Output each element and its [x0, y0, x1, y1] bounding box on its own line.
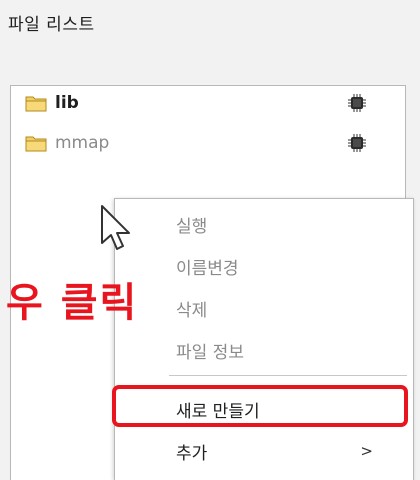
folder-icon: [25, 96, 47, 112]
menu-item-delete[interactable]: 삭제: [115, 291, 413, 325]
cursor-icon: [101, 205, 130, 250]
menu-separator: [169, 375, 407, 376]
file-item-mmap[interactable]: mmap: [25, 132, 109, 154]
folder-icon: [25, 136, 47, 152]
file-name: mmap: [55, 133, 110, 153]
chip-icon: [348, 134, 366, 152]
menu-item-file-info[interactable]: 파일 정보: [115, 333, 413, 367]
submenu-arrow-icon: >: [360, 442, 373, 460]
panel-title: 파일 리스트: [8, 15, 95, 35]
menu-item-run[interactable]: 실행: [115, 207, 413, 241]
annotation-right-click: 우 클릭: [6, 280, 139, 326]
menu-item-add-label: 추가: [176, 443, 208, 464]
file-name: lib: [55, 93, 79, 113]
highlight-box: [112, 385, 408, 427]
menu-item-add[interactable]: 추가 >: [115, 434, 413, 468]
chip-icon: [348, 94, 366, 112]
menu-item-rename[interactable]: 이름변경: [115, 249, 413, 283]
file-item-lib[interactable]: lib: [25, 92, 79, 114]
context-menu: 실행 이름변경 삭제 파일 정보 새로 만들기 추가 >: [114, 198, 414, 480]
